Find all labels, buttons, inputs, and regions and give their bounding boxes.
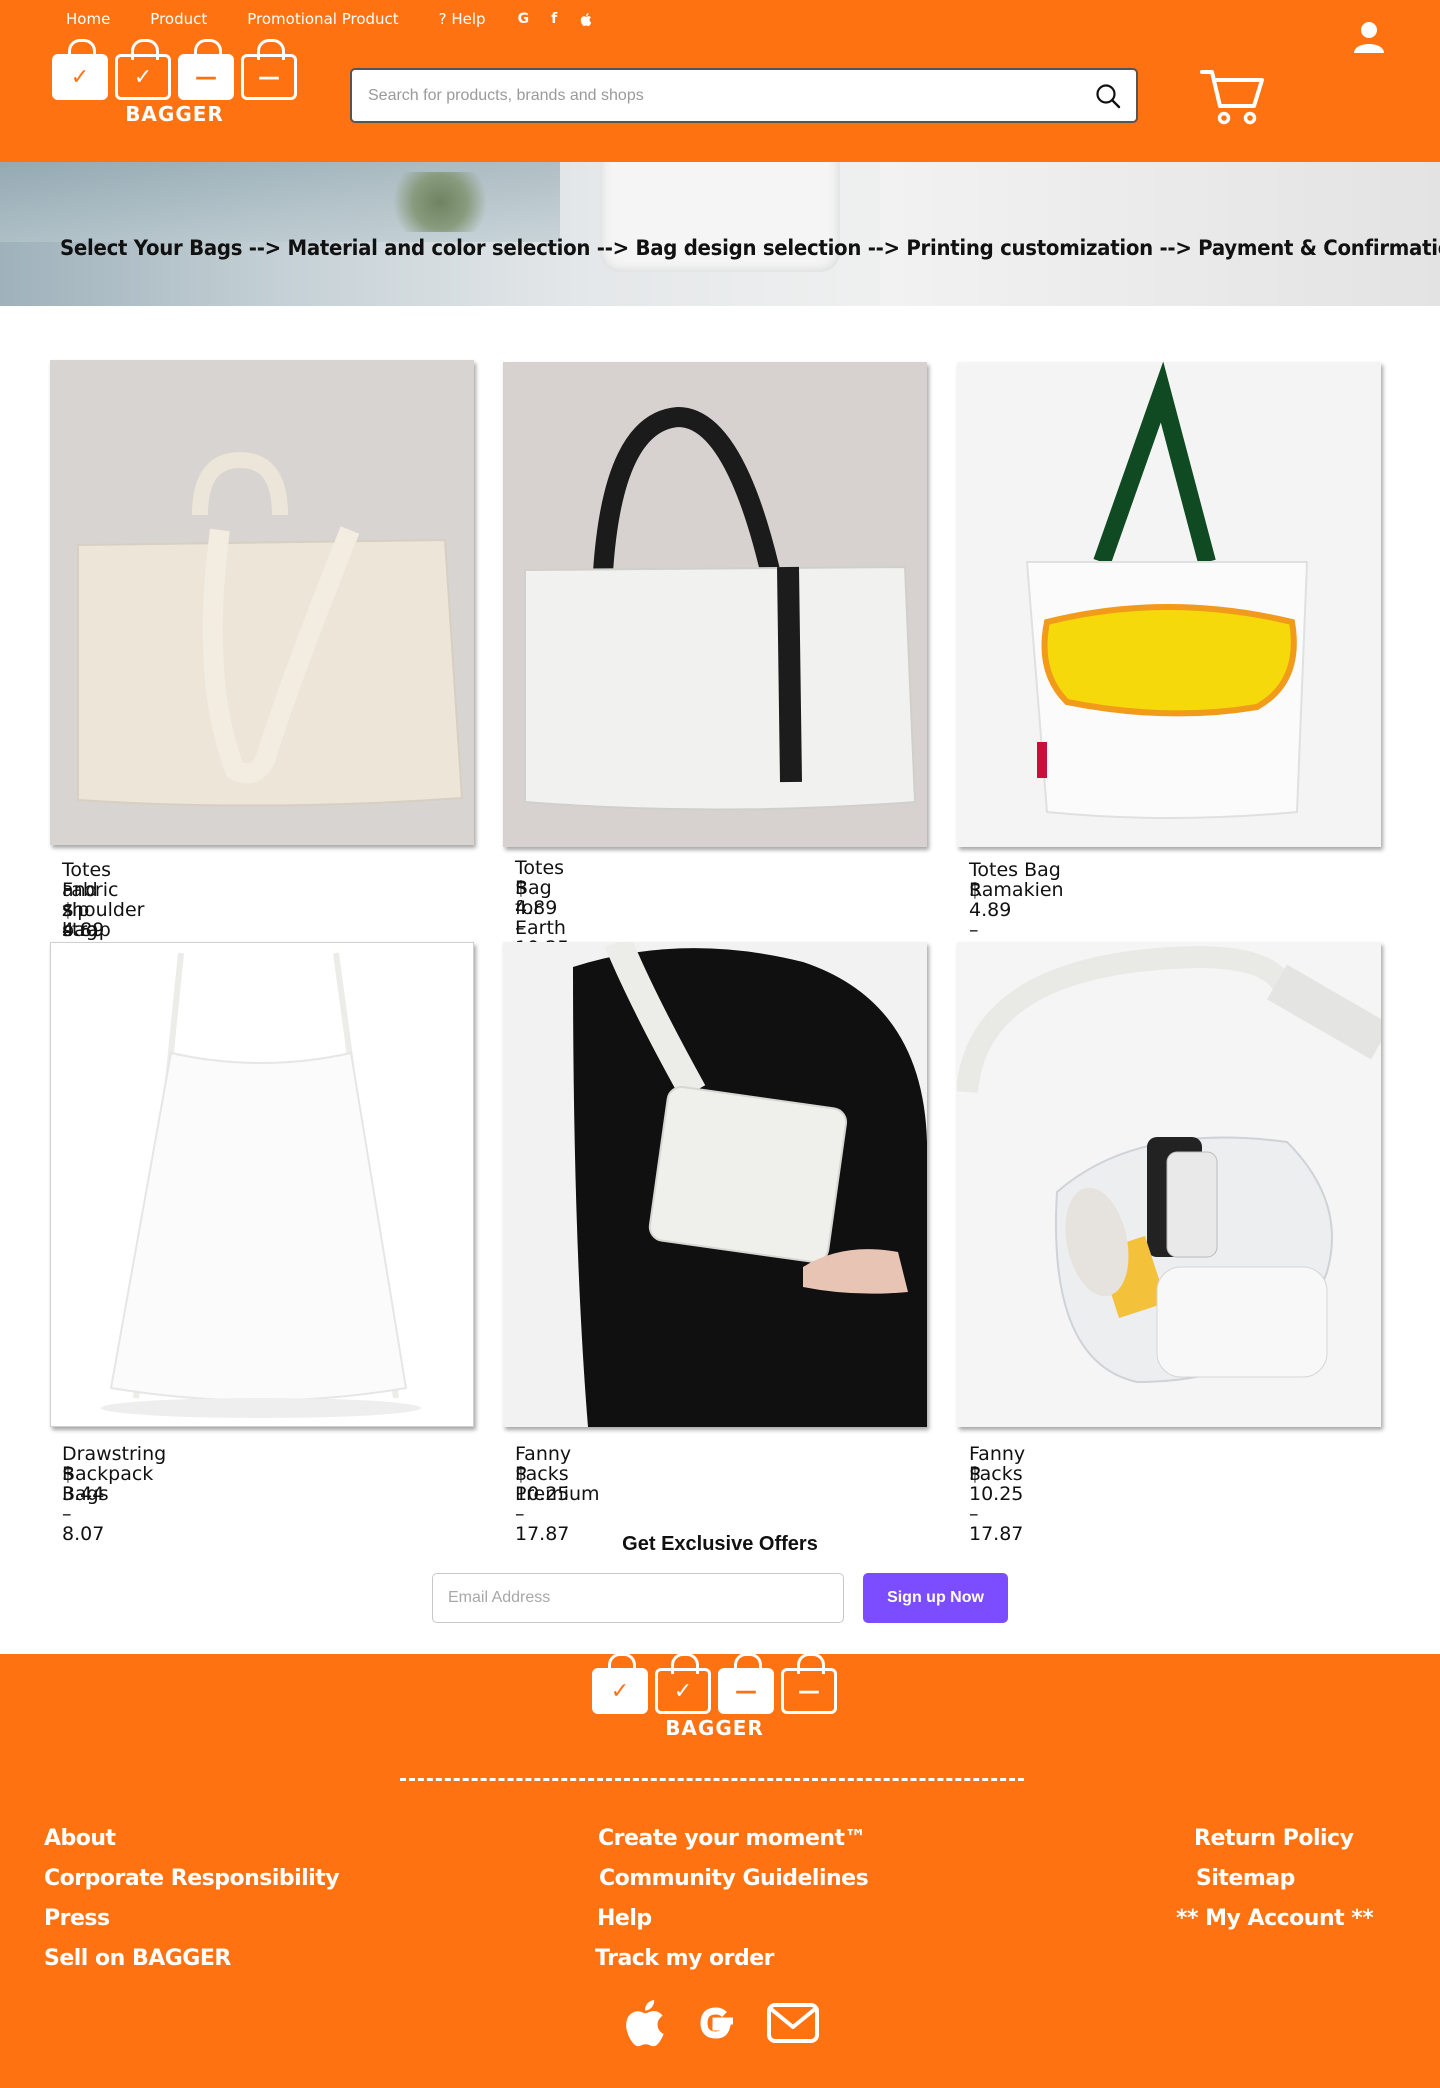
banner-background-tree <box>380 172 500 232</box>
footer-social-icons <box>620 1996 820 2050</box>
top-nav: Home Product Promotional Product ? Help … <box>66 10 592 28</box>
footer-link-sitemap[interactable]: Sitemap <box>1196 1866 1295 1891</box>
brand-name: BAGGER <box>125 102 224 126</box>
footer-link-create-moment[interactable]: Create your moment™ <box>598 1826 867 1851</box>
footer-link-corporate-responsibility[interactable]: Corporate Responsibility <box>44 1866 340 1891</box>
user-account-icon[interactable] <box>1352 20 1386 54</box>
footer-link-press[interactable]: Press <box>44 1906 110 1931</box>
search-input[interactable] <box>352 70 1072 121</box>
product-image[interactable] <box>957 942 1381 1427</box>
google-icon[interactable] <box>692 1999 740 2047</box>
bag-minus-icon: — <box>718 1653 774 1714</box>
bag-minus-icon: — <box>781 1653 837 1714</box>
apple-icon[interactable] <box>620 1996 666 2050</box>
footer-link-track-order[interactable]: Track my order <box>595 1946 775 1971</box>
product-image[interactable] <box>503 942 927 1427</box>
footer-divider <box>400 1778 1024 1781</box>
bag-check-icon: ✓ <box>655 1653 711 1714</box>
brand-name: BAGGER <box>665 1716 764 1740</box>
product-image[interactable] <box>50 360 474 845</box>
site-header: Home Product Promotional Product ? Help … <box>0 0 1440 162</box>
process-banner: Select Your Bags --> Material and color … <box>0 162 1440 306</box>
product-image[interactable] <box>503 362 927 847</box>
product-price: $ 3.44 – 8.07 <box>62 1463 105 1545</box>
cart-icon[interactable] <box>1200 66 1266 126</box>
footer-link-sell[interactable]: Sell on BAGGER <box>44 1946 231 1971</box>
product-image[interactable] <box>957 362 1381 847</box>
social-links: G f <box>518 11 593 27</box>
signup-button[interactable]: Sign up Now <box>863 1573 1008 1623</box>
nav-product-link[interactable]: Product <box>150 10 207 28</box>
bag-check-icon: ✓ <box>115 39 171 100</box>
product-price: $ 10.25 – 17.87 <box>515 1463 570 1545</box>
footer-link-about[interactable]: About <box>44 1826 116 1851</box>
product-image[interactable] <box>50 942 474 1427</box>
footer-link-my-account[interactable]: ** My Account ** <box>1176 1906 1374 1931</box>
mail-icon[interactable] <box>766 2001 820 2045</box>
footer-link-return-policy[interactable]: Return Policy <box>1194 1826 1354 1851</box>
footer-link-community-guidelines[interactable]: Community Guidelines <box>599 1866 869 1891</box>
site-footer: ✓ ✓ — — BAGGER About Corporate Responsib… <box>0 1653 1440 2088</box>
search-bar <box>350 68 1138 123</box>
banner-background-coat <box>880 162 1440 306</box>
search-icon[interactable] <box>1094 82 1122 110</box>
logo-bags: ✓ ✓ — — <box>52 39 297 100</box>
product-price: $ 10.25 – 17.87 <box>969 1463 1024 1545</box>
nav-help-link[interactable]: ? Help <box>439 10 486 28</box>
logo-bags: ✓ ✓ — — <box>592 1653 837 1714</box>
apple-icon[interactable] <box>579 12 592 27</box>
email-field[interactable] <box>432 1573 844 1623</box>
brand-logo[interactable]: ✓ ✓ — — BAGGER <box>52 39 297 126</box>
nav-home-link[interactable]: Home <box>66 10 110 28</box>
bag-minus-icon: — <box>241 39 297 100</box>
footer-link-help[interactable]: Help <box>597 1906 652 1931</box>
google-icon[interactable]: G <box>518 11 530 27</box>
facebook-icon[interactable]: f <box>551 11 557 27</box>
bag-minus-icon: — <box>178 39 234 100</box>
process-steps-text: Select Your Bags --> Material and color … <box>60 236 1440 260</box>
offers-title: Get Exclusive Offers <box>622 1533 818 1555</box>
footer-brand-logo[interactable]: ✓ ✓ — — BAGGER <box>592 1653 837 1740</box>
bag-check-icon: ✓ <box>592 1653 648 1714</box>
bag-check-icon: ✓ <box>52 39 108 100</box>
nav-promotional-product-link[interactable]: Promotional Product <box>247 10 398 28</box>
